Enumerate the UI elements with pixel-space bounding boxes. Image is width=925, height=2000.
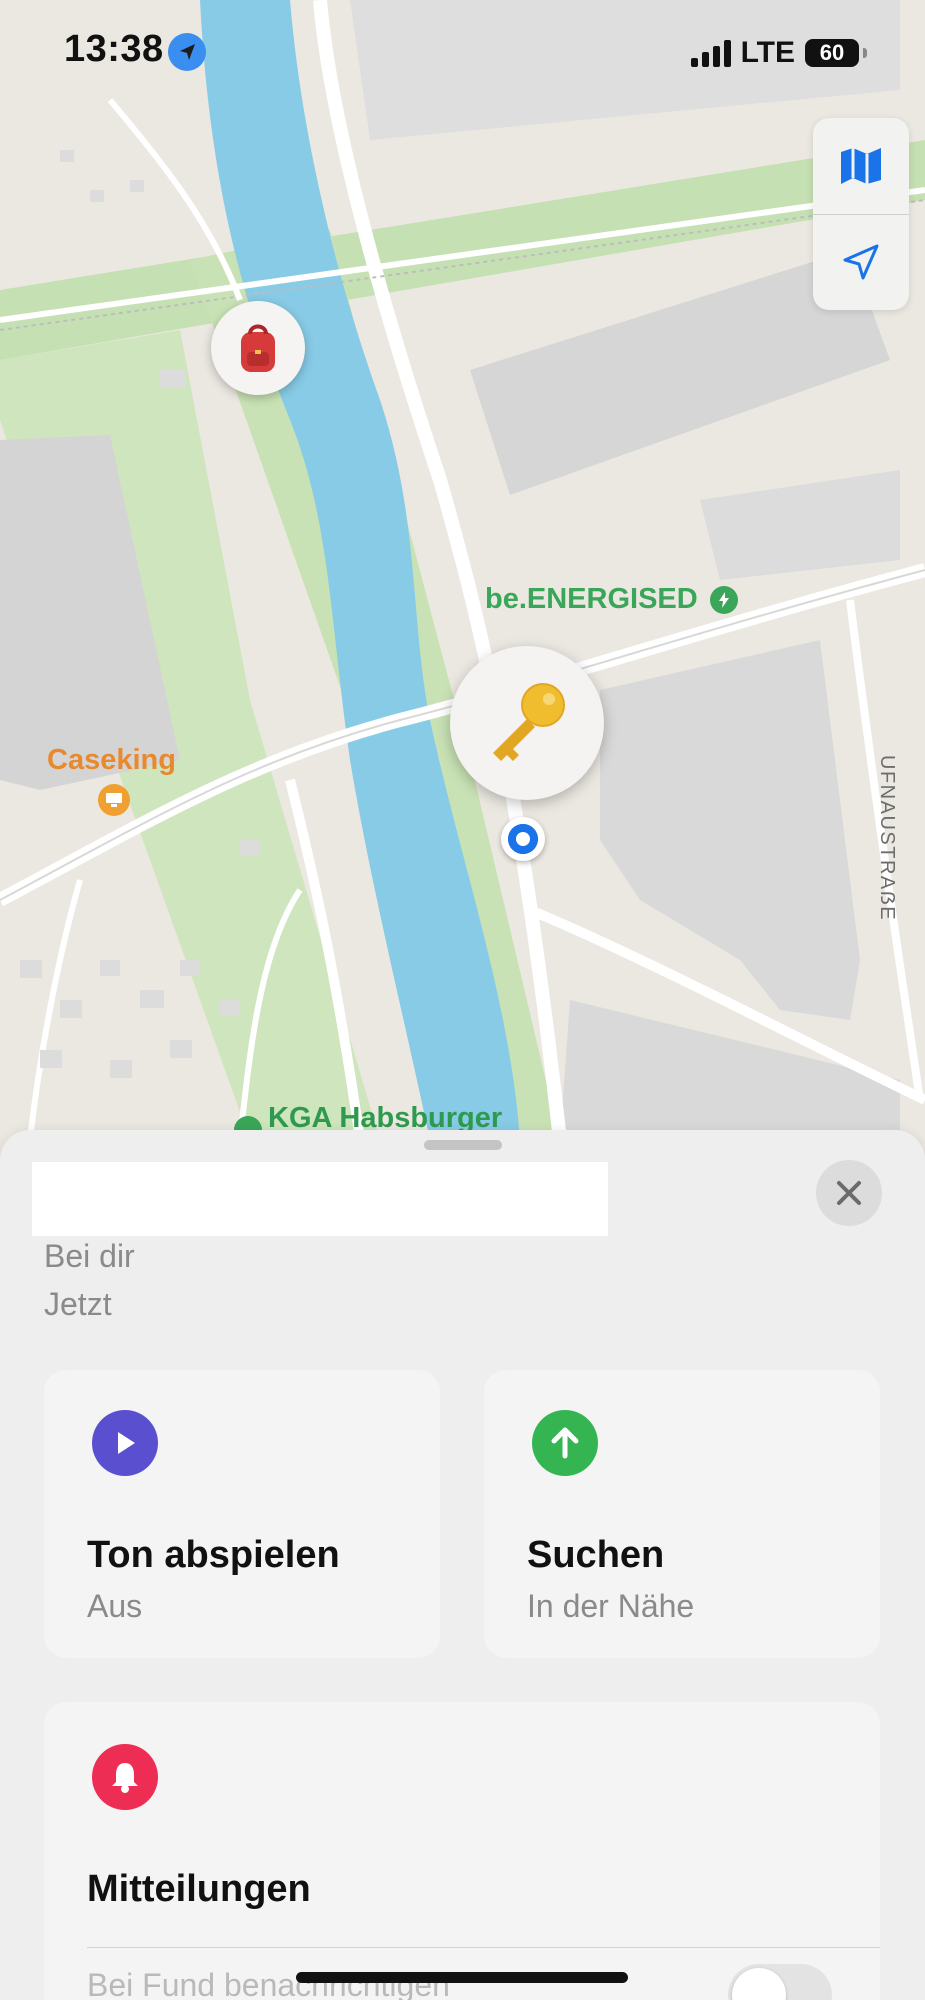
signal-icon bbox=[690, 39, 731, 67]
charging-station-icon bbox=[709, 586, 738, 615]
item-detail-sheet: Bei dir Jetzt Ton abspielen Aus Suchen I… bbox=[0, 1130, 925, 2000]
status-indicators: LTE 60 bbox=[690, 34, 867, 72]
play-sound-button[interactable]: Ton abspielen Aus bbox=[44, 1370, 440, 1658]
status-bar: 13:38 LTE 60 bbox=[0, 0, 925, 104]
notifications-divider bbox=[87, 1947, 880, 1948]
location-arrow-icon[interactable] bbox=[813, 214, 909, 310]
network-type: LTE bbox=[740, 36, 795, 69]
backpack-icon bbox=[241, 324, 275, 372]
key-pin[interactable] bbox=[450, 646, 604, 800]
home-indicator[interactable] bbox=[296, 1972, 628, 1983]
map-label-caseking[interactable]: Caseking bbox=[47, 744, 176, 777]
key-icon bbox=[493, 683, 565, 761]
computer-store-icon[interactable] bbox=[98, 784, 130, 816]
backpack-pin[interactable] bbox=[211, 301, 305, 395]
energised-label: be.ENERGISED bbox=[485, 583, 698, 615]
item-location-text: Bei dir bbox=[44, 1238, 135, 1274]
battery-icon: 60 bbox=[805, 39, 859, 67]
sheet-grabber[interactable] bbox=[424, 1140, 502, 1150]
map-controls bbox=[813, 118, 909, 310]
play-sound-title: Ton abspielen bbox=[87, 1534, 340, 1576]
item-title-redacted bbox=[32, 1162, 608, 1236]
find-status: In der Nähe bbox=[527, 1588, 695, 1624]
user-location-dot bbox=[501, 817, 545, 861]
status-time: 13:38 bbox=[64, 28, 164, 70]
find-button[interactable]: Suchen In der Nähe bbox=[484, 1370, 880, 1658]
map-icon[interactable] bbox=[813, 118, 909, 214]
item-time-text: Jetzt bbox=[44, 1286, 112, 1322]
close-icon bbox=[837, 1181, 861, 1205]
play-icon bbox=[92, 1410, 158, 1476]
map-view[interactable] bbox=[0, 0, 925, 1141]
notifications-card: Mitteilungen Bei Fund benachrichtigen bbox=[44, 1702, 880, 2000]
bell-icon bbox=[92, 1744, 158, 1810]
arrow-up-icon bbox=[532, 1410, 598, 1476]
map-label-energised[interactable]: be.ENERGISED bbox=[485, 583, 738, 616]
map-canvas bbox=[0, 0, 925, 1141]
map-label-street: UFNAUSTRAẞE bbox=[876, 755, 898, 922]
notifications-title: Mitteilungen bbox=[87, 1868, 311, 1910]
notify-when-found-toggle[interactable] bbox=[728, 1964, 832, 2000]
play-sound-status: Aus bbox=[87, 1588, 143, 1624]
location-arrow-icon bbox=[168, 33, 206, 71]
find-title: Suchen bbox=[527, 1534, 665, 1576]
battery-level: 60 bbox=[819, 40, 845, 65]
close-button[interactable] bbox=[816, 1160, 882, 1226]
battery-nub bbox=[863, 48, 867, 58]
